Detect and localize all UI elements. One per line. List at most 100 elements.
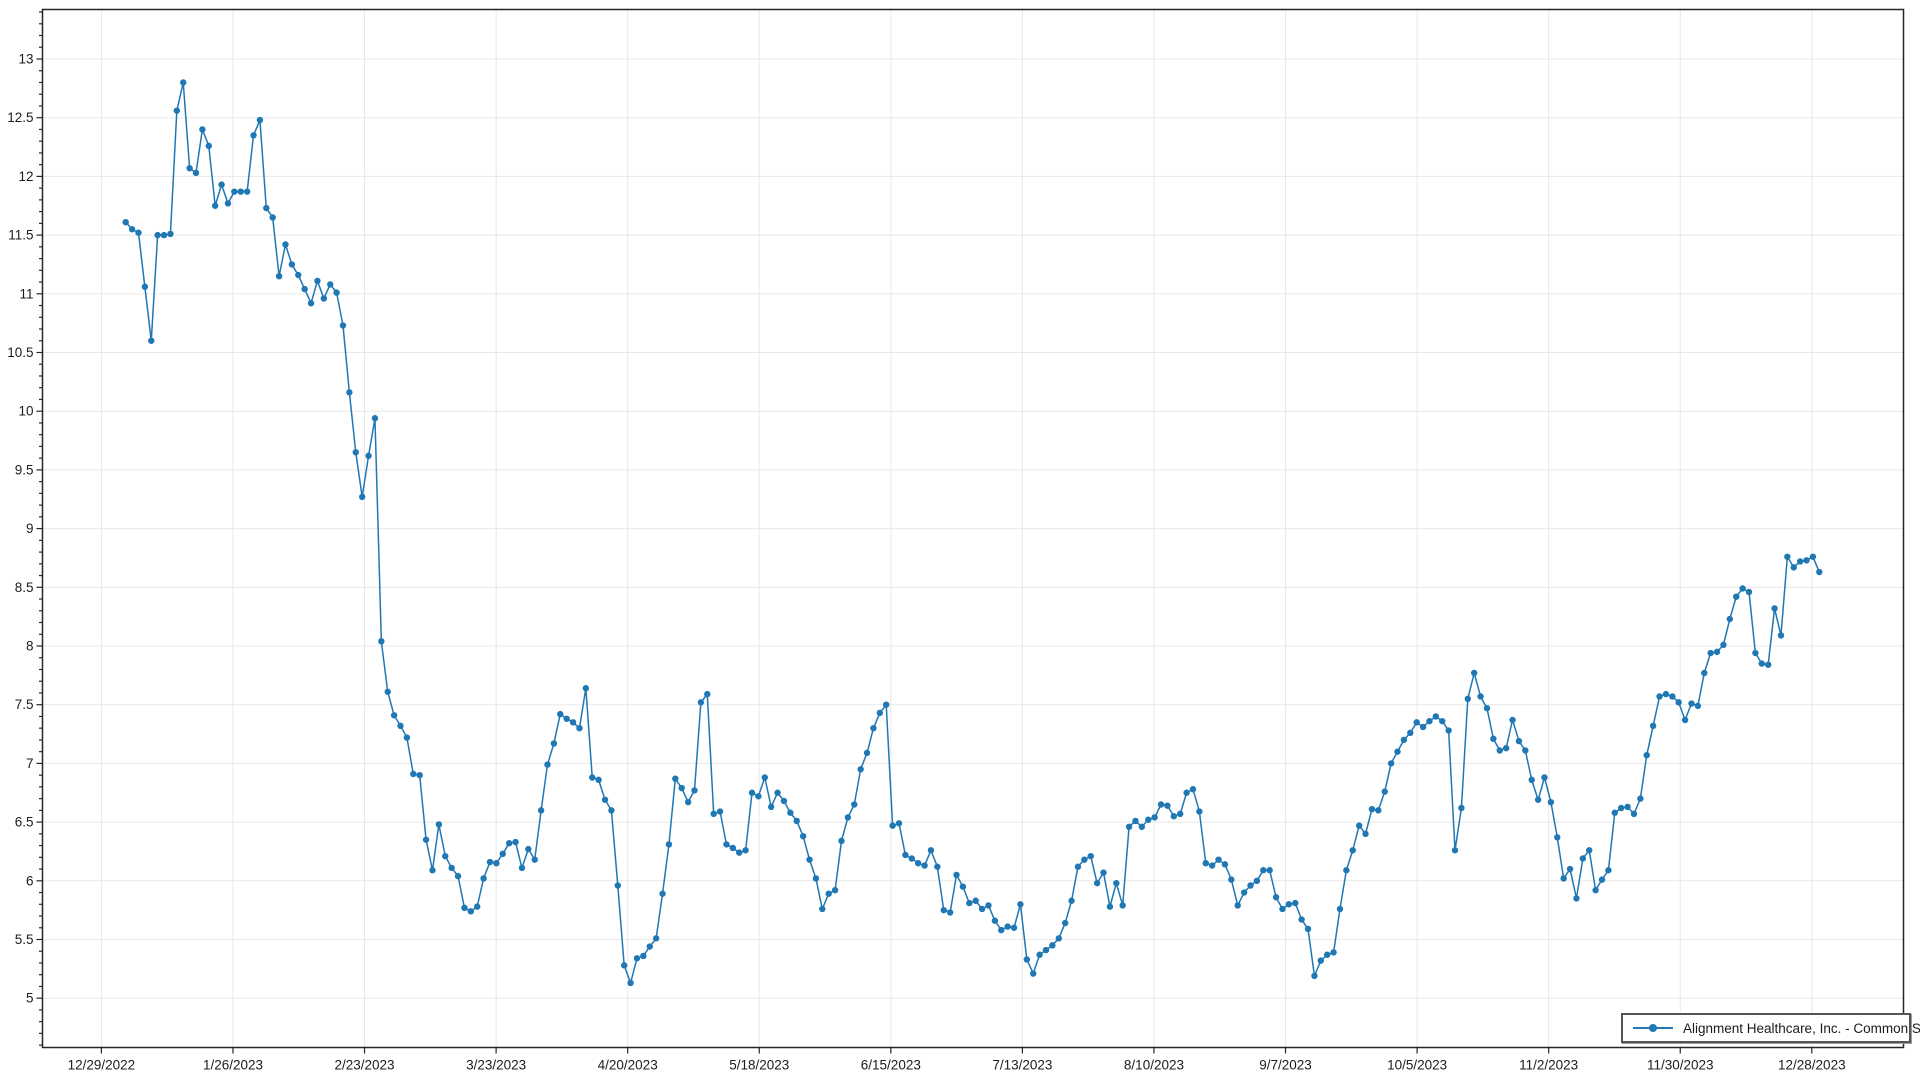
y-axis-tick-label: 8	[26, 639, 34, 654]
data-point-marker	[429, 867, 435, 873]
data-point-marker	[1024, 956, 1030, 962]
data-point-marker	[1573, 895, 1579, 901]
data-point-marker	[1759, 660, 1765, 666]
data-point-marker	[934, 864, 940, 870]
data-point-marker	[461, 905, 467, 911]
y-axis-tick-label: 8.5	[15, 580, 34, 595]
x-axis-tick-label: 8/10/2023	[1124, 1058, 1184, 1073]
data-point-marker	[647, 943, 653, 949]
data-point-marker	[1036, 952, 1042, 958]
x-axis-tick-label: 11/2/2023	[1519, 1058, 1578, 1073]
data-point-marker	[1529, 777, 1535, 783]
data-point-marker	[1701, 670, 1707, 676]
data-point-marker	[365, 453, 371, 459]
data-point-marker	[538, 807, 544, 813]
legend-series-label: Alignment Healthcare, Inc. - Common Stoc…	[1683, 1021, 1920, 1036]
data-point-marker	[295, 272, 301, 278]
data-point-marker	[1477, 693, 1483, 699]
data-point-marker	[410, 771, 416, 777]
data-point-marker	[135, 230, 141, 236]
data-point-marker	[340, 322, 346, 328]
y-axis-tick-label: 13	[18, 52, 33, 67]
data-point-marker	[1183, 790, 1189, 796]
data-point-marker	[512, 839, 518, 845]
data-point-marker	[276, 273, 282, 279]
data-point-marker	[1765, 662, 1771, 668]
data-point-marker	[1791, 564, 1797, 570]
data-point-marker	[186, 165, 192, 171]
data-point-marker	[1356, 822, 1362, 828]
legend: Alignment Healthcare, Inc. - Common Stoc…	[1621, 1013, 1911, 1043]
y-axis-tick-label: 12	[18, 169, 33, 184]
data-point-marker	[1209, 862, 1215, 868]
x-axis-tick-label: 10/5/2023	[1387, 1058, 1447, 1073]
data-point-marker	[1343, 867, 1349, 873]
data-point-marker	[749, 790, 755, 796]
data-point-marker	[1056, 935, 1062, 941]
data-point-marker	[218, 181, 224, 187]
data-point-marker	[148, 338, 154, 344]
y-axis-tick-label: 9.5	[15, 462, 34, 477]
data-point-marker	[1426, 718, 1432, 724]
data-point-marker	[238, 188, 244, 194]
data-point-marker	[570, 719, 576, 725]
data-point-marker	[979, 906, 985, 912]
data-point-marker	[870, 725, 876, 731]
data-point-marker	[1043, 947, 1049, 953]
data-point-marker	[1369, 806, 1375, 812]
data-point-marker	[282, 241, 288, 247]
data-point-marker	[1803, 557, 1809, 563]
data-point-marker	[1599, 876, 1605, 882]
data-point-marker	[966, 900, 972, 906]
data-point-marker	[1247, 882, 1253, 888]
data-point-marker	[1733, 593, 1739, 599]
y-axis-tick-label: 10.5	[7, 345, 33, 360]
data-point-marker	[1292, 900, 1298, 906]
data-point-marker	[1816, 569, 1822, 575]
y-axis-tick-label: 10	[18, 404, 33, 419]
data-point-marker	[1113, 880, 1119, 886]
data-point-marker	[1119, 902, 1125, 908]
data-point-marker	[1784, 554, 1790, 560]
data-point-marker	[1720, 642, 1726, 648]
data-point-marker	[1088, 853, 1094, 859]
data-point-marker	[1644, 752, 1650, 758]
data-point-marker	[717, 808, 723, 814]
data-point-marker	[180, 79, 186, 85]
data-point-marker	[346, 389, 352, 395]
data-point-marker	[1637, 795, 1643, 801]
data-point-marker	[1535, 797, 1541, 803]
data-point-marker	[1771, 605, 1777, 611]
data-point-marker	[698, 699, 704, 705]
data-point-marker	[397, 723, 403, 729]
data-point-marker	[1407, 730, 1413, 736]
data-point-marker	[1145, 817, 1151, 823]
data-point-marker	[1215, 856, 1221, 862]
data-point-marker	[1305, 926, 1311, 932]
x-axis-tick-label: 12/28/2023	[1778, 1058, 1846, 1073]
data-point-marker	[1497, 747, 1503, 753]
x-axis-tick-label: 12/29/2022	[68, 1058, 136, 1073]
data-point-marker	[1375, 807, 1381, 813]
data-point-marker	[838, 838, 844, 844]
chart-canvas: 55.566.577.588.599.51010.51111.51212.513…	[0, 0, 1920, 1080]
data-point-marker	[199, 126, 205, 132]
data-point-marker	[1100, 869, 1106, 875]
data-point-marker	[1318, 957, 1324, 963]
data-point-marker	[257, 117, 263, 123]
data-point-marker	[1452, 847, 1458, 853]
data-point-marker	[1420, 724, 1426, 730]
data-point-marker	[864, 750, 870, 756]
data-point-marker	[468, 908, 474, 914]
data-point-marker	[544, 761, 550, 767]
data-point-marker	[755, 793, 761, 799]
data-point-marker	[1484, 705, 1490, 711]
data-point-marker	[1337, 906, 1343, 912]
data-point-marker	[1548, 799, 1554, 805]
data-point-marker	[1311, 973, 1317, 979]
legend-series-marker-icon	[1631, 1021, 1675, 1035]
data-point-marker	[1631, 811, 1637, 817]
data-point-marker	[1522, 747, 1528, 753]
data-point-marker	[1388, 760, 1394, 766]
data-point-marker	[1254, 878, 1260, 884]
